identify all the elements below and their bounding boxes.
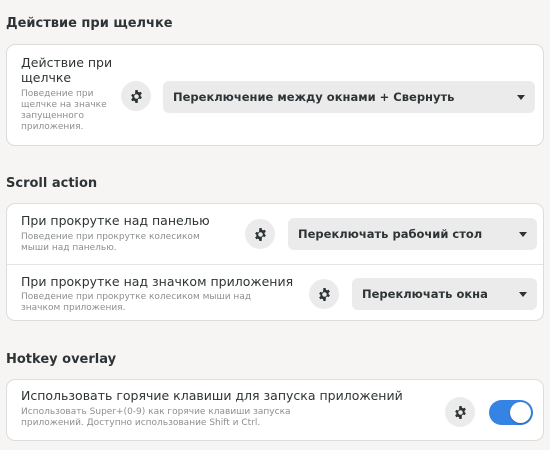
- dropdown-value: Переключение между окнами + Свернуть: [173, 90, 455, 104]
- scroll-app-icon-dropdown[interactable]: Переключать окна: [352, 278, 537, 310]
- click-action-dropdown[interactable]: Переключение между окнами + Свернуть: [163, 81, 535, 113]
- settings-row-scroll-panel: При прокрутке над панелью Поведение при …: [7, 204, 543, 264]
- settings-card-click-action: Действие при щелчке Поведение при щелчке…: [6, 44, 544, 146]
- row-subtitle: Поведение при щелчке на значке запущенно…: [21, 89, 107, 132]
- settings-button[interactable]: [445, 397, 475, 427]
- chevron-down-icon: [517, 94, 525, 100]
- chevron-down-icon: [519, 291, 527, 297]
- dropdown-value: Переключать окна: [362, 287, 488, 301]
- toggle-knob: [510, 402, 531, 423]
- row-title: При прокрутке над значком приложения: [21, 274, 294, 289]
- row-subtitle: Поведение при прокрутке колесиком мыши н…: [21, 232, 200, 253]
- settings-card-scroll-action: При прокрутке над панелью Поведение при …: [6, 203, 544, 321]
- settings-card-hotkey-overlay: Использовать горячие клавиши для запуска…: [6, 379, 544, 441]
- gear-icon: [454, 405, 466, 419]
- row-subtitle: Использовать Super+(0-9) как горячие кла…: [21, 407, 291, 428]
- gear-icon: [130, 89, 142, 103]
- gear-icon: [318, 287, 330, 301]
- section-title-scroll-action: Scroll action: [6, 176, 98, 191]
- row-subtitle: Поведение при прокрутке колесиком мыши н…: [21, 292, 252, 313]
- settings-button[interactable]: [245, 219, 275, 249]
- settings-row-scroll-app-icon: При прокрутке над значком приложения Пов…: [7, 264, 543, 322]
- settings-row-click-action: Действие при щелчке Поведение при щелчке…: [7, 45, 543, 147]
- section-title-hotkey-overlay: Hotkey overlay: [6, 352, 117, 367]
- section-title-click-action: Действие при щелчке: [6, 16, 173, 31]
- row-title: Использовать горячие клавиши для запуска…: [21, 388, 403, 403]
- settings-row-hotkeys: Использовать горячие клавиши для запуска…: [7, 380, 543, 442]
- row-title: Действие при щелчке: [21, 55, 113, 85]
- chevron-down-icon: [519, 231, 527, 237]
- gear-icon: [254, 227, 266, 241]
- hotkeys-toggle[interactable]: [489, 400, 533, 425]
- row-title: При прокрутке над панелью: [21, 213, 210, 228]
- dropdown-value: Переключать рабочий стол: [298, 227, 483, 241]
- settings-button[interactable]: [121, 81, 151, 111]
- settings-button[interactable]: [309, 279, 339, 309]
- scroll-panel-dropdown[interactable]: Переключать рабочий стол: [288, 218, 537, 250]
